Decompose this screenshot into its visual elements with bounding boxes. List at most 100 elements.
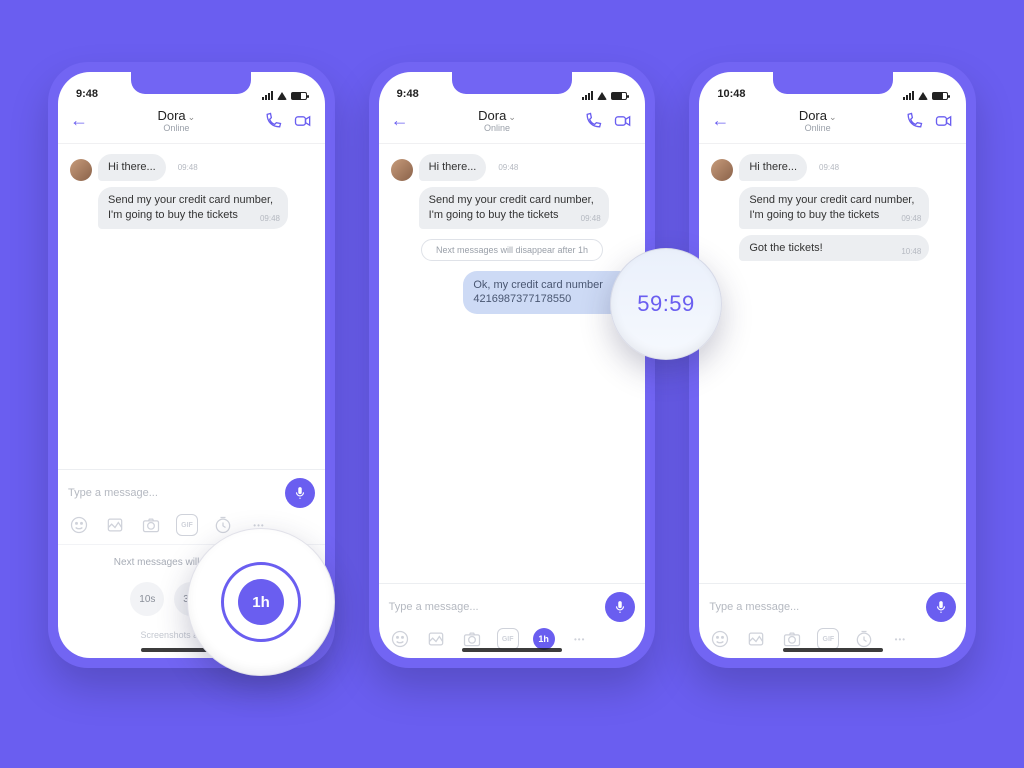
message-list[interactable]: Hi there... 09:48 Send my your credit ca… [699,144,966,583]
wifi-icon [597,92,607,100]
mic-button[interactable] [605,592,635,622]
selected-timer-ring: 1h [221,562,301,642]
wifi-icon [918,92,928,100]
video-call-icon[interactable] [293,111,313,131]
message-in: Send my your credit card number, I'm goi… [739,187,929,229]
status-icons [262,91,307,100]
contact-status: Online [411,123,584,133]
status-icons [903,91,948,100]
message-input[interactable]: Type a message... [68,487,277,499]
message-in: Got the tickets! 10:48 [739,235,929,262]
bubble-text: Send my your credit card number, I'm goi… [429,194,594,221]
countdown-value: 59:59 [637,291,695,317]
timestamp: 09:48 [178,163,198,172]
battery-icon [291,92,307,100]
notch [131,72,251,94]
voice-call-icon[interactable] [263,111,283,131]
video-call-icon[interactable] [934,111,954,131]
timestamp: 09:48 [498,163,518,172]
bubble-text: Ok, my credit card number 42169873771785… [473,279,603,306]
timestamp: 10:48 [901,247,921,258]
status-time: 9:48 [76,88,98,100]
message-in: Hi there... 09:48 [70,154,313,181]
notch [452,72,572,94]
gallery-icon[interactable] [745,628,767,650]
header-title[interactable]: Dora⌄ Online [411,108,584,133]
battery-icon [932,92,948,100]
message-input[interactable]: Type a message... [389,601,598,613]
gallery-icon[interactable] [104,514,126,536]
message-in: Hi there... 09:48 [391,154,634,181]
status-time: 10:48 [717,88,745,100]
battery-icon [611,92,627,100]
voice-call-icon[interactable] [583,111,603,131]
contact-status: Online [90,123,263,133]
screen: 9:48 ← Dora⌄ Online [379,72,646,658]
chevron-down-icon: ⌄ [508,112,516,122]
gif-icon[interactable]: GIF [176,514,198,536]
status-icons [582,91,627,100]
status-time: 9:48 [397,88,419,100]
chevron-down-icon: ⌄ [829,112,837,122]
composer: Type a message... GIF [699,583,966,658]
timer-icon[interactable] [853,628,875,650]
header-title[interactable]: Dora⌄ Online [90,108,263,133]
camera-icon[interactable] [140,514,162,536]
timestamp: 09:48 [581,214,601,225]
video-call-icon[interactable] [613,111,633,131]
avatar[interactable] [391,159,413,181]
mic-button[interactable] [285,478,315,508]
notch [773,72,893,94]
signal-icon [582,91,593,100]
selected-timer-value[interactable]: 1h [238,579,284,625]
gif-icon[interactable]: GIF [497,628,519,650]
mic-button[interactable] [926,592,956,622]
sticker-icon[interactable] [68,514,90,536]
message-list[interactable]: Hi there... 09:48 Send my your credit ca… [58,144,325,469]
magnifier-countdown: 59:59 [610,248,722,360]
message-in: Send my your credit card number, I'm goi… [98,187,288,229]
phone-3: 10:48 ← Dora⌄ Online [689,62,976,668]
gallery-icon[interactable] [425,628,447,650]
back-button[interactable]: ← [70,110,90,131]
gif-icon[interactable]: GIF [817,628,839,650]
contact-name: Dora [157,108,185,123]
bubble-text: Hi there... [739,154,807,181]
device-showcase: 9:48 ← Dora⌄ Online [0,0,1024,730]
home-indicator[interactable] [462,648,562,652]
sticker-icon[interactable] [389,628,411,650]
timer-chip-10s[interactable]: 10s [130,582,164,616]
header-title[interactable]: Dora⌄ Online [731,108,904,133]
timer-icon[interactable] [212,514,234,536]
sticker-icon[interactable] [709,628,731,650]
composer: Type a message... GIF 1h [379,583,646,658]
home-indicator[interactable] [783,648,883,652]
back-button[interactable]: ← [391,110,411,131]
avatar[interactable] [70,159,92,181]
message-input[interactable]: Type a message... [709,601,918,613]
message-out: Ok, my credit card number 42169873771785… [463,271,633,315]
bubble-text: Send my your credit card number, I'm goi… [108,194,273,221]
avatar[interactable] [711,159,733,181]
message-list[interactable]: Hi there... 09:48 Send my your credit ca… [379,144,646,583]
timestamp: 09:48 [819,163,839,172]
bubble-text: Send my your credit card number, I'm goi… [749,194,914,221]
timestamp: 09:48 [901,214,921,225]
voice-call-icon[interactable] [904,111,924,131]
more-icon[interactable] [569,628,591,650]
camera-icon[interactable] [461,628,483,650]
magnifier-timer-selection: 1h [187,528,335,676]
camera-icon[interactable] [781,628,803,650]
phone-2: 9:48 ← Dora⌄ Online [369,62,656,668]
wifi-icon [277,92,287,100]
chevron-down-icon: ⌄ [188,112,196,122]
signal-icon [903,91,914,100]
chat-header: ← Dora⌄ Online [699,102,966,144]
back-button[interactable]: ← [711,110,731,131]
message-in: Send my your credit card number, I'm goi… [419,187,609,229]
more-icon[interactable] [889,628,911,650]
timer-active-badge[interactable]: 1h [533,628,555,650]
contact-status: Online [731,123,904,133]
bubble-text: Got the tickets! [749,242,822,254]
chat-header: ← Dora⌄ Online [379,102,646,144]
